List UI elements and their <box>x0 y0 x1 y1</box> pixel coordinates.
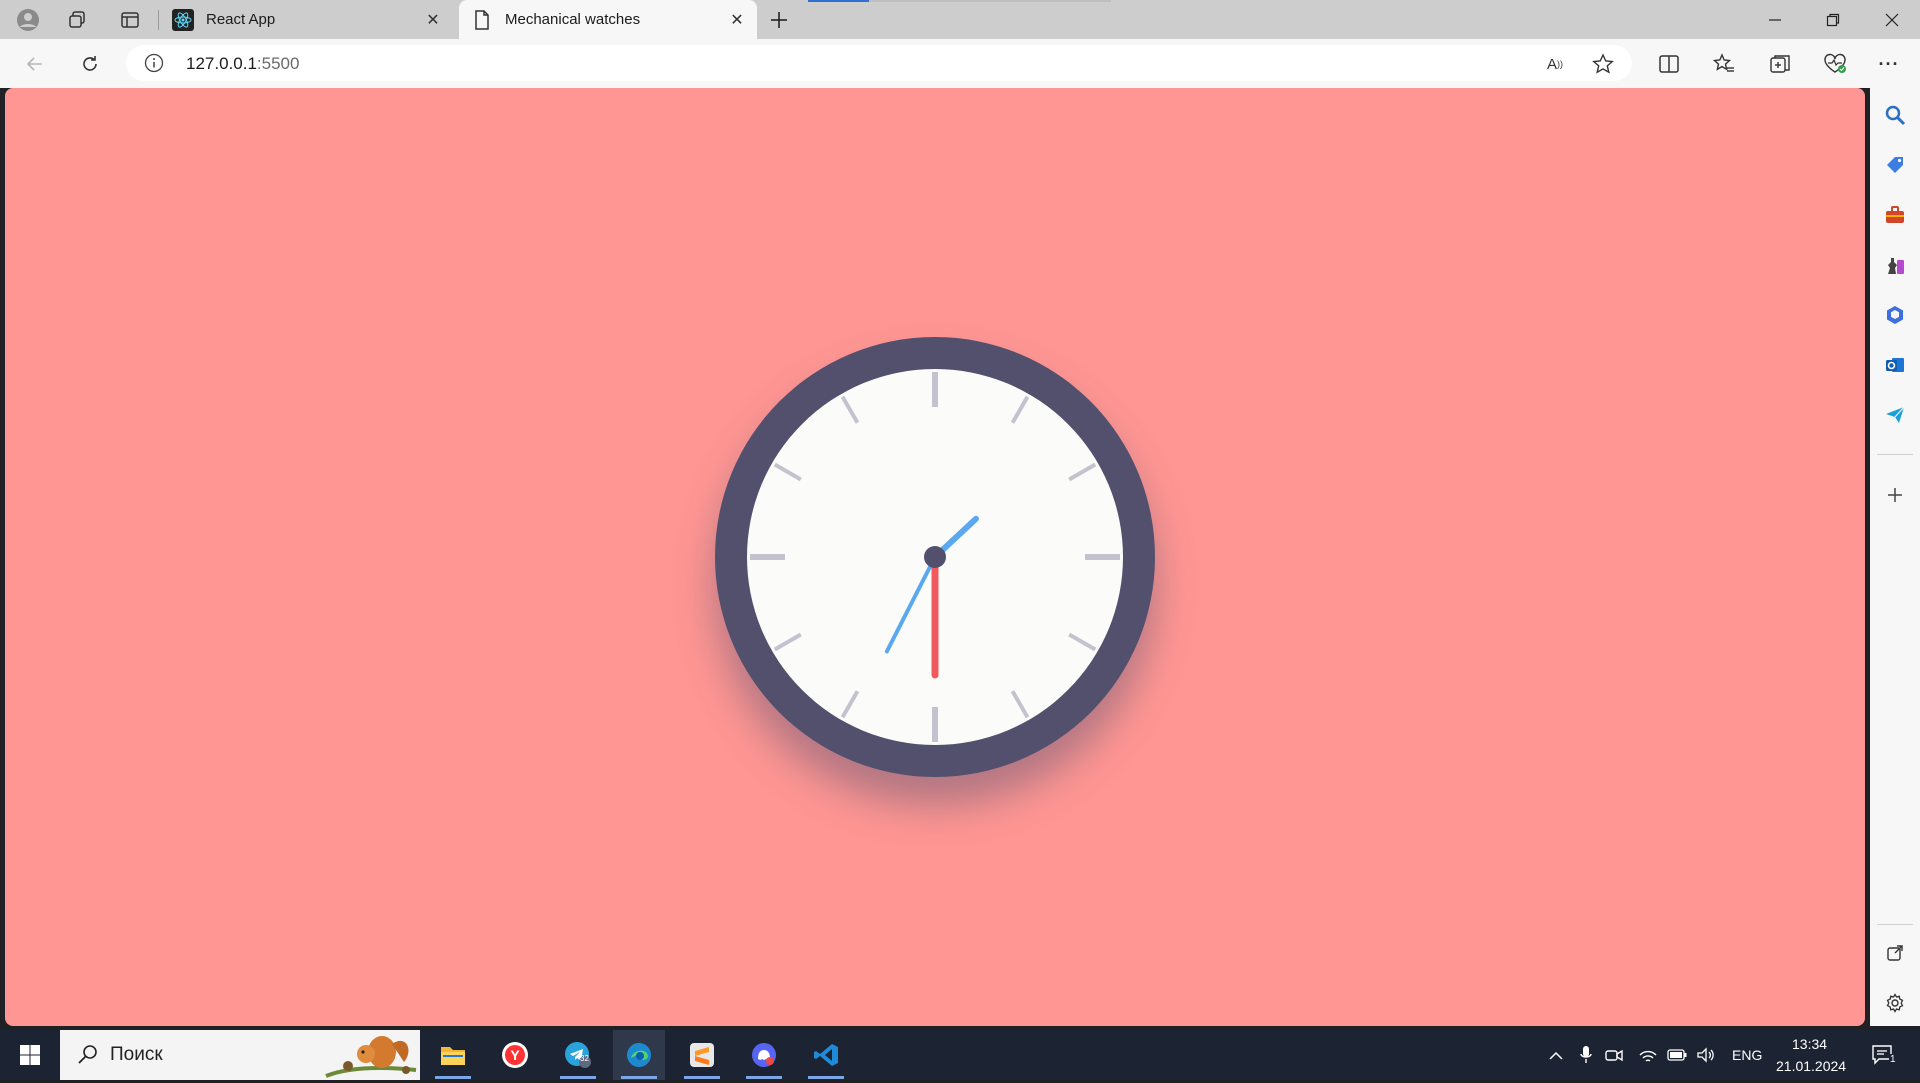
tab-separator <box>158 10 159 30</box>
volume-icon[interactable] <box>1695 1044 1717 1066</box>
more-options-icon[interactable]: ··· <box>1872 47 1906 81</box>
add-icon[interactable] <box>1882 482 1908 508</box>
page-load-progress <box>808 0 1111 2</box>
taskbar-search-box[interactable]: Поиск <box>60 1030 420 1080</box>
tab-mechanical-watches[interactable]: Mechanical watches ✕ <box>459 0 757 39</box>
edge-sidebar <box>1870 88 1920 1026</box>
split-screen-icon[interactable] <box>1652 47 1686 81</box>
workspaces-icon[interactable] <box>63 6 91 34</box>
telegram-icon[interactable]: 32 <box>552 1030 604 1080</box>
site-info-icon[interactable] <box>144 53 164 73</box>
favorite-star-icon[interactable] <box>1592 53 1614 75</box>
file-explorer-icon[interactable] <box>427 1030 479 1080</box>
restore-icon[interactable] <box>1805 0 1861 39</box>
refresh-icon[interactable] <box>73 47 107 81</box>
clock-face <box>747 369 1123 745</box>
url-port: :5500 <box>256 54 300 73</box>
sublime-icon[interactable] <box>676 1030 728 1080</box>
show-hidden-icons-icon[interactable] <box>1545 1044 1567 1066</box>
new-tab-icon[interactable] <box>765 6 793 34</box>
shopping-tag-icon[interactable] <box>1882 152 1908 178</box>
outlook-icon[interactable] <box>1882 352 1908 378</box>
page-icon <box>471 9 493 31</box>
clock-time[interactable]: 13:34 <box>1792 1036 1827 1052</box>
notification-count: 1 <box>1889 1054 1897 1065</box>
url-text[interactable]: 127.0.0.1:5500 <box>186 54 299 74</box>
back-icon[interactable] <box>18 47 52 81</box>
search-label: Поиск <box>110 1044 163 1065</box>
page-viewport <box>5 88 1865 1026</box>
close-tab-icon[interactable]: ✕ <box>421 8 445 32</box>
tab-title: React App <box>206 11 276 28</box>
battery-icon[interactable] <box>1666 1044 1688 1066</box>
clock <box>715 337 1155 777</box>
page-load-progress-fill <box>808 0 869 2</box>
browser-title-bar: React App ✕ Mechanical watches ✕ <box>0 0 1920 39</box>
tab-react-app[interactable]: React App ✕ <box>160 0 453 39</box>
windows-start-icon[interactable] <box>0 1030 60 1080</box>
clock-date[interactable]: 21.01.2024 <box>1776 1058 1846 1074</box>
camera-icon[interactable] <box>1603 1044 1625 1066</box>
url-host: 127.0.0.1 <box>186 54 257 73</box>
close-window-icon[interactable] <box>1864 0 1920 39</box>
tools-icon[interactable] <box>1882 202 1908 228</box>
minimize-icon[interactable] <box>1747 0 1803 39</box>
notifications-icon[interactable]: 1 <box>1870 1042 1897 1068</box>
wifi-icon[interactable] <box>1637 1044 1659 1066</box>
sidebar-separator <box>1877 924 1913 925</box>
windows-taskbar: Поиск Y 32 ENG 13:34 21.01.2024 1 <box>0 1030 1920 1080</box>
svg-text:Y: Y <box>510 1047 520 1063</box>
tab-title: Mechanical watches <box>505 11 641 28</box>
search-icon <box>76 1043 100 1067</box>
microphone-icon[interactable] <box>1575 1044 1597 1066</box>
edge-icon[interactable] <box>613 1030 665 1080</box>
copilot-icon[interactable] <box>1882 302 1908 328</box>
profile-icon[interactable] <box>14 6 42 34</box>
vertical-tabs-icon[interactable] <box>116 6 144 34</box>
clock-center-pin <box>924 546 946 568</box>
collections-icon[interactable] <box>1763 47 1797 81</box>
settings-icon[interactable] <box>1882 990 1908 1016</box>
telegram-badge: 32 <box>580 1054 589 1063</box>
games-icon[interactable] <box>1882 252 1908 278</box>
browser-toolbar: 127.0.0.1:5500 A)) ··· <box>0 39 1920 88</box>
yandex-browser-icon[interactable]: Y <box>489 1030 541 1080</box>
vscode-icon[interactable] <box>800 1030 852 1080</box>
browser-essentials-icon[interactable] <box>1818 47 1852 81</box>
sidebar-separator <box>1877 454 1913 455</box>
close-tab-icon[interactable]: ✕ <box>725 8 749 32</box>
squirrel-illustration-icon <box>322 1032 418 1083</box>
read-aloud-icon[interactable]: A)) <box>1544 53 1566 75</box>
open-external-icon[interactable] <box>1882 940 1908 966</box>
language-indicator[interactable]: ENG <box>1732 1047 1762 1063</box>
send-icon[interactable] <box>1882 402 1908 428</box>
search-icon[interactable] <box>1882 102 1908 128</box>
discord-icon[interactable] <box>738 1030 790 1080</box>
react-icon <box>172 8 194 31</box>
address-bar[interactable]: 127.0.0.1:5500 A)) <box>126 45 1632 81</box>
favorites-icon[interactable] <box>1707 47 1741 81</box>
